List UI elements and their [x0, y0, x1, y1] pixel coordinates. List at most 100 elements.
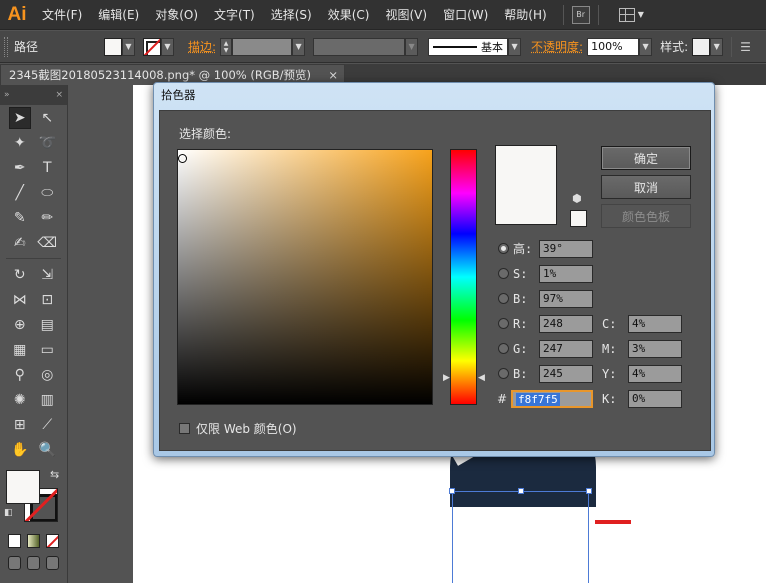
fill-swatch[interactable] [104, 37, 122, 56]
gradient-tool-icon[interactable]: ▭ [36, 339, 58, 361]
out-of-web-gamut-cube-icon[interactable]: ⬢ [572, 193, 584, 205]
hue-radio[interactable] [498, 243, 509, 254]
shape-builder-tool-icon[interactable]: ⊕ [9, 314, 31, 336]
saturation-field[interactable]: 1% [539, 264, 593, 283]
blob-brush-tool-icon[interactable]: ✍ [9, 232, 31, 254]
selection-tool-icon[interactable]: ➤ [8, 106, 31, 129]
draw-inside-icon[interactable] [46, 556, 59, 570]
saturation-brightness-field[interactable] [177, 149, 433, 405]
hex-field[interactable]: f8f7f5 [511, 389, 593, 408]
magic-wand-tool-icon[interactable]: ✦ [9, 132, 31, 154]
color-marker[interactable] [178, 154, 187, 163]
menu-help[interactable]: 帮助(H) [496, 0, 554, 30]
color-swatches-button[interactable]: 颜色色板 [601, 204, 691, 228]
resize-handle[interactable] [518, 488, 524, 494]
menu-select[interactable]: 选择(S) [263, 0, 320, 30]
lasso-tool-icon[interactable]: ➰ [36, 132, 58, 154]
opacity-field[interactable]: 100% [587, 37, 640, 56]
web-safe-color-swatch[interactable] [570, 210, 587, 227]
web-colors-only-checkbox[interactable] [179, 423, 190, 434]
opacity-label[interactable]: 不透明度: [531, 38, 583, 55]
green-field[interactable]: 247 [539, 339, 593, 358]
resize-handle[interactable] [586, 488, 592, 494]
scale-tool-icon[interactable]: ⇲ [36, 264, 58, 286]
black-field[interactable]: 0% [628, 389, 682, 408]
mesh-tool-icon[interactable]: ▦ [9, 339, 31, 361]
hue-slider-right-handle[interactable]: ◀ [478, 373, 485, 383]
perspective-grid-tool-icon[interactable]: ▤ [36, 314, 58, 336]
brightness-radio[interactable] [498, 293, 509, 304]
brush-definition[interactable]: 基本 [428, 37, 509, 56]
web-colors-only-option[interactable]: 仅限 Web 颜色(O) [179, 420, 297, 437]
tools-panel-header[interactable]: » × [0, 85, 67, 105]
graphic-style-swatch[interactable] [692, 37, 711, 56]
red-radio[interactable] [498, 318, 509, 329]
rotate-tool-icon[interactable]: ↻ [9, 264, 31, 286]
stroke-weight-field[interactable] [232, 37, 293, 56]
menu-window[interactable]: 窗口(W) [435, 0, 496, 30]
hue-slider-left-handle[interactable]: ▶ [443, 373, 450, 383]
collapse-icon[interactable]: » [4, 90, 10, 100]
menu-type[interactable]: 文字(T) [206, 0, 263, 30]
align-icon[interactable]: ☰ [740, 40, 751, 54]
width-tool-icon[interactable]: ⋈ [9, 289, 31, 311]
graphic-style-dropdown[interactable]: ▼ [710, 37, 724, 56]
zoom-tool-icon[interactable]: 🔍 [36, 439, 58, 461]
resize-handle[interactable] [449, 488, 455, 494]
column-graph-tool-icon[interactable]: ▥ [36, 389, 58, 411]
fill-dropdown[interactable]: ▼ [122, 37, 135, 56]
swap-colors-icon[interactable]: ⇆ [50, 468, 59, 481]
magenta-field[interactable]: 3% [628, 339, 682, 358]
gradient-mode-icon[interactable] [27, 534, 40, 548]
menu-effect[interactable]: 效果(C) [320, 0, 378, 30]
panel-grip[interactable] [4, 36, 8, 57]
close-icon[interactable]: × [55, 90, 63, 100]
menu-file[interactable]: 文件(F) [34, 0, 90, 30]
menu-object[interactable]: 对象(O) [147, 0, 206, 30]
line-segment-tool-icon[interactable]: ╱ [9, 182, 31, 204]
color-mode-icon[interactable] [8, 534, 21, 548]
blue-field[interactable]: 245 [539, 364, 593, 383]
draw-normal-icon[interactable] [8, 556, 21, 570]
default-colors-icon[interactable]: ◧ [4, 508, 13, 518]
draw-behind-icon[interactable] [27, 556, 40, 570]
blue-radio[interactable] [498, 368, 509, 379]
bridge-button[interactable]: Br [571, 5, 590, 24]
type-tool-icon[interactable]: T [36, 157, 58, 179]
hue-field[interactable]: 39° [539, 239, 593, 258]
stroke-dropdown[interactable]: ▼ [161, 37, 174, 56]
ok-button[interactable]: 确定 [601, 146, 691, 170]
selection-bounding-box[interactable] [449, 488, 592, 583]
slice-tool-icon[interactable]: ⟋ [36, 414, 58, 436]
cyan-field[interactable]: 4% [628, 314, 682, 333]
yellow-field[interactable]: 4% [628, 364, 682, 383]
stroke-weight-dropdown[interactable]: ▼ [292, 37, 306, 56]
stroke-swatch[interactable] [143, 37, 161, 56]
artboard-tool-icon[interactable]: ⊞ [9, 414, 31, 436]
hand-tool-icon[interactable]: ✋ [9, 439, 31, 461]
cancel-button[interactable]: 取消 [601, 175, 691, 199]
ellipse-tool-icon[interactable]: ⬭ [36, 182, 58, 204]
menu-edit[interactable]: 编辑(E) [90, 0, 147, 30]
variable-width-dropdown[interactable]: ▼ [405, 37, 419, 56]
eraser-tool-icon[interactable]: ⌫ [36, 232, 58, 254]
brightness-field[interactable]: 97% [539, 289, 593, 308]
paintbrush-tool-icon[interactable]: ✎ [9, 207, 31, 229]
eyedropper-tool-icon[interactable]: ⚲ [9, 364, 31, 386]
stroke-weight-stepper[interactable]: ▲ ▼ [220, 37, 233, 56]
green-radio[interactable] [498, 343, 509, 354]
pencil-tool-icon[interactable]: ✏ [36, 207, 58, 229]
stroke-weight-label[interactable]: 描边: [188, 38, 216, 55]
variable-width-profile[interactable] [313, 37, 406, 56]
opacity-dropdown[interactable]: ▼ [639, 37, 653, 56]
fill-color-box[interactable] [6, 470, 40, 504]
menu-view[interactable]: 视图(V) [377, 0, 435, 30]
blend-tool-icon[interactable]: ◎ [36, 364, 58, 386]
saturation-radio[interactable] [498, 268, 509, 279]
hue-slider[interactable] [450, 149, 477, 405]
arrange-documents-button[interactable]: ▼ [618, 7, 644, 22]
pen-tool-icon[interactable]: ✒ [9, 157, 31, 179]
red-field[interactable]: 248 [539, 314, 593, 333]
brush-dropdown[interactable]: ▼ [508, 37, 522, 56]
free-transform-tool-icon[interactable]: ⊡ [36, 289, 58, 311]
